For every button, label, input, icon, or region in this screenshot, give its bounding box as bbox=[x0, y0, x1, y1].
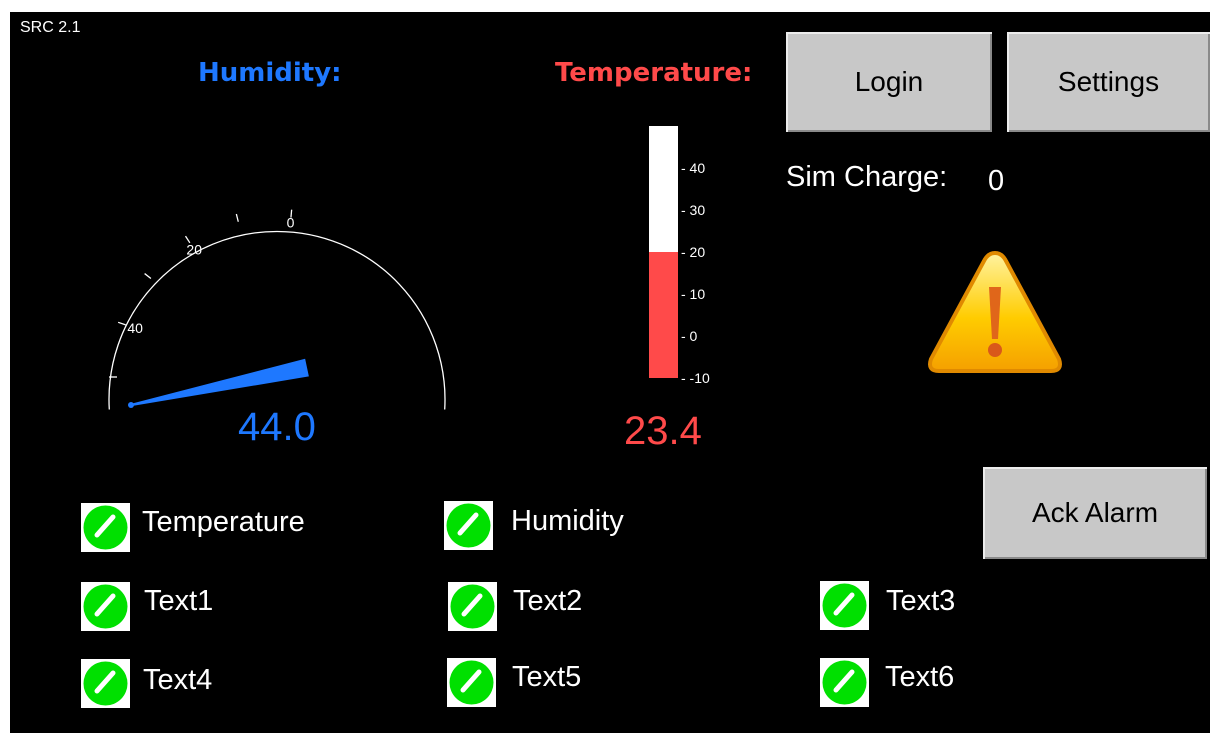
indicator-text5 bbox=[447, 658, 496, 707]
gauge-tick-label: 20 bbox=[186, 242, 202, 258]
sim-charge-label: Sim Charge: bbox=[786, 161, 948, 193]
indicator-label-text2: Text2 bbox=[513, 585, 583, 617]
temperature-scale-labels: - 40 - 30 - 20 - 10 - 0 - -10 bbox=[681, 160, 710, 386]
version-label: SRC 2.1 bbox=[20, 19, 81, 36]
indicator-label-text5: Text5 bbox=[512, 661, 582, 693]
indicator-label-temperature: Temperature bbox=[142, 506, 305, 538]
indicator-label-text6: Text6 bbox=[885, 661, 955, 693]
temperature-scale-label: - 20 bbox=[681, 244, 705, 260]
indicator-label-humidity: Humidity bbox=[511, 505, 624, 537]
humidity-gauge: 020406080100 bbox=[108, 209, 446, 410]
ack-alarm-button[interactable]: Ack Alarm bbox=[983, 467, 1207, 559]
gauge-tick-label: 0 bbox=[287, 215, 295, 231]
gauge-tick bbox=[117, 321, 126, 326]
indicator-text2 bbox=[448, 582, 497, 631]
humidity-value: 44.0 bbox=[238, 405, 316, 449]
gauge-tick bbox=[144, 273, 152, 280]
indicator-text1 bbox=[81, 582, 130, 631]
temperature-scale-label: - 0 bbox=[681, 328, 698, 344]
login-button[interactable]: Login bbox=[786, 32, 992, 132]
gauge-arc bbox=[108, 230, 446, 410]
hmi-screen: SRC 2.1 Humidity: Temperature: Login Set… bbox=[10, 12, 1210, 733]
gauge-needle-hub bbox=[128, 402, 134, 408]
indicator-temperature bbox=[81, 503, 130, 552]
humidity-title: Humidity: bbox=[198, 58, 342, 88]
temperature-value: 23.4 bbox=[624, 409, 702, 453]
indicator-text6 bbox=[820, 658, 869, 707]
gauge-tick bbox=[235, 213, 239, 222]
settings-button[interactable]: Settings bbox=[1007, 32, 1210, 132]
indicator-humidity bbox=[444, 501, 493, 550]
indicator-text4 bbox=[81, 659, 130, 708]
gauge-tick-label: 40 bbox=[127, 320, 143, 336]
temperature-scale-label: - 30 bbox=[681, 202, 705, 218]
sim-charge-value: 0 bbox=[988, 165, 1005, 197]
gauge-needle bbox=[130, 358, 309, 407]
temperature-scale-label: - 40 bbox=[681, 160, 705, 176]
warning-icon bbox=[928, 250, 1062, 373]
temperature-title: Temperature: bbox=[555, 58, 753, 88]
temperature-bar-fill bbox=[649, 252, 678, 378]
indicator-label-text4: Text4 bbox=[143, 664, 213, 696]
indicator-text3 bbox=[820, 581, 869, 630]
temperature-scale-label: - -10 bbox=[681, 370, 710, 386]
temperature-scale-label: - 10 bbox=[681, 286, 705, 302]
indicator-label-text3: Text3 bbox=[886, 585, 956, 617]
temperature-bar: - 40 - 30 - 20 - 10 - 0 - -10 bbox=[649, 126, 710, 386]
indicator-label-text1: Text1 bbox=[144, 585, 214, 617]
